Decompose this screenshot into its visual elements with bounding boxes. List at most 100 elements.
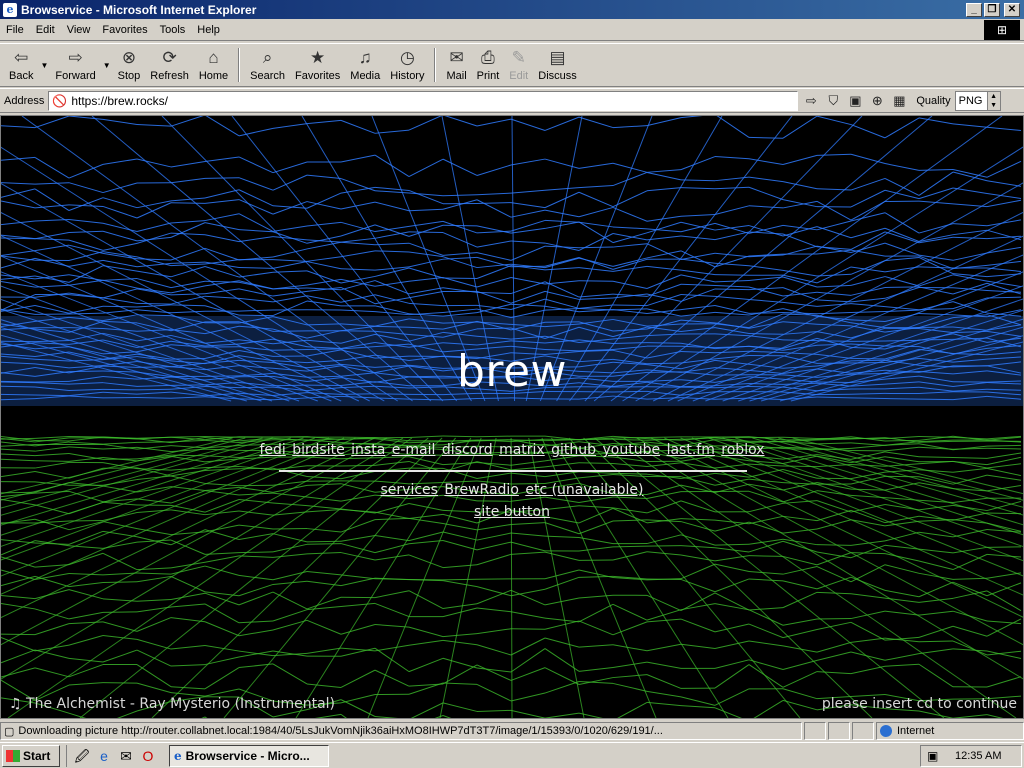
- title-bar: e Browservice - Microsoft Internet Explo…: [0, 0, 1024, 19]
- spinner-icon[interactable]: ▲ ▼: [986, 91, 1000, 110]
- refresh-label: Refresh: [150, 70, 189, 82]
- home-label: Home: [198, 70, 229, 82]
- link-services[interactable]: services: [381, 482, 438, 498]
- media-icon: ♫: [358, 48, 372, 67]
- link-brewradio[interactable]: BrewRadio: [444, 482, 518, 498]
- show-desktop-icon[interactable]: 🖉: [73, 747, 91, 765]
- media-button[interactable]: ♫ Media: [345, 44, 385, 86]
- address-label: Address: [4, 94, 45, 107]
- link-matrix[interactable]: matrix: [499, 442, 545, 458]
- link-roblox[interactable]: roblox: [721, 442, 764, 458]
- go-arrow-icon[interactable]: ⇨: [802, 92, 820, 110]
- now-playing-text: The Alchemist - Ray Mysterio (Instrument…: [26, 696, 335, 712]
- menu-favorites[interactable]: Favorites: [96, 24, 153, 36]
- discuss-button[interactable]: ▤ Discuss: [533, 44, 582, 86]
- start-button[interactable]: Start: [2, 744, 60, 767]
- edit-label: Edit: [509, 70, 529, 82]
- clipboard-icon[interactable]: ▦: [890, 92, 908, 110]
- link-youtube[interactable]: youtube: [603, 442, 661, 458]
- link-lastfm[interactable]: last.fm: [667, 442, 715, 458]
- ie-quicklaunch-icon[interactable]: e: [95, 747, 113, 765]
- refresh-icon: ⟳: [162, 48, 177, 67]
- outlook-icon[interactable]: ✉: [117, 747, 135, 765]
- start-label: Start: [23, 748, 51, 763]
- forward-button[interactable]: ⇨ Forward: [50, 44, 100, 86]
- discuss-label: Discuss: [538, 70, 577, 82]
- favorites-button[interactable]: ★ Favorites: [290, 44, 345, 86]
- menu-edit[interactable]: Edit: [30, 24, 61, 36]
- search-button[interactable]: ⌕ Search: [245, 44, 290, 86]
- edit-button[interactable]: ✎ Edit: [504, 44, 533, 86]
- media-label: Media: [350, 70, 381, 82]
- menu-tools[interactable]: Tools: [154, 24, 192, 36]
- security-zone: Internet: [876, 722, 1024, 740]
- address-input[interactable]: 🚫 https://brew.rocks/: [48, 90, 799, 111]
- link-github[interactable]: github: [551, 442, 596, 458]
- stop-button[interactable]: ⊗ Stop: [113, 44, 146, 86]
- link-insta[interactable]: insta: [351, 442, 385, 458]
- menu-file[interactable]: File: [0, 24, 30, 36]
- home-icon: ⌂: [208, 48, 219, 67]
- zone-label: Internet: [897, 725, 935, 737]
- menu-bar: File Edit View Favorites Tools Help ⊞: [0, 19, 1024, 41]
- restore-button[interactable]: ❐: [984, 2, 1000, 17]
- link-birdsite[interactable]: birdsite: [292, 442, 344, 458]
- forward-arrow-icon: ⇨: [68, 48, 83, 67]
- link-discord[interactable]: discord: [442, 442, 493, 458]
- bookmark-icon[interactable]: ⛉: [824, 92, 842, 110]
- history-label: History: [390, 70, 425, 82]
- status-cell: [828, 722, 850, 740]
- history-button[interactable]: ◷ History: [385, 44, 429, 86]
- binoculars-icon[interactable]: ⊕: [868, 92, 886, 110]
- insert-cd-text: please insert cd to continue: [821, 696, 1017, 712]
- windows-logo-icon: ⊞: [984, 20, 1020, 40]
- back-dropdown-icon[interactable]: ▼: [40, 61, 48, 70]
- quick-launch: 🖉 e ✉ O: [66, 744, 159, 767]
- quality-label: Quality: [916, 94, 951, 107]
- stop-icon: ⊗: [121, 48, 137, 67]
- link-fedi[interactable]: fedi: [259, 442, 285, 458]
- menu-view[interactable]: View: [61, 24, 97, 36]
- favorites-label: Favorites: [295, 70, 341, 82]
- standard-toolbar: ⇦ Back ▼ ⇨ Forward ▼ ⊗ Stop ⟳ Refresh ⌂ …: [0, 43, 1024, 87]
- status-message: Downloading picture http://router.collab…: [18, 725, 663, 737]
- address-bar: Address 🚫 https://brew.rocks/ ⇨ ⛉ ▣ ⊕ ▦ …: [0, 88, 1024, 113]
- edit-icon: ✎: [511, 48, 526, 67]
- back-arrow-icon: ⇦: [14, 48, 29, 67]
- system-tray: ▣ 12:35 AM: [920, 745, 1022, 767]
- quality-select[interactable]: PNG ▲ ▼: [954, 90, 1001, 111]
- search-icon: ⌕: [262, 48, 273, 67]
- task-label: Browservice - Micro...: [185, 748, 310, 763]
- ie-icon: e: [3, 2, 17, 17]
- status-cell: [804, 722, 826, 740]
- minimize-button[interactable]: _: [966, 2, 982, 17]
- refresh-button[interactable]: ⟳ Refresh: [145, 44, 194, 86]
- divider: [279, 470, 747, 472]
- link-email[interactable]: e-mail: [392, 442, 436, 458]
- mail-button[interactable]: ✉ Mail: [441, 44, 471, 86]
- window-title: Browservice - Microsoft Internet Explore…: [21, 2, 257, 17]
- history-icon: ◷: [399, 48, 415, 67]
- mail-icon: ✉: [449, 48, 464, 67]
- menu-help[interactable]: Help: [191, 24, 226, 36]
- print-button[interactable]: ⎙ Print: [472, 44, 505, 86]
- opera-icon[interactable]: O: [139, 747, 157, 765]
- windows-flag-icon: [6, 749, 20, 762]
- taskbar-item-browservice[interactable]: e Browservice - Micro...: [169, 744, 329, 767]
- discuss-icon: ▤: [549, 48, 566, 67]
- print-label: Print: [476, 70, 500, 82]
- link-etc[interactable]: etc (unavailable): [525, 482, 643, 498]
- page-content: brew fedi birdsite insta e-mail discord …: [0, 115, 1024, 719]
- now-playing[interactable]: ♫ The Alchemist - Ray Mysterio (Instrume…: [9, 696, 335, 712]
- site-button-row: site button: [1, 504, 1023, 520]
- close-button[interactable]: ✕: [1004, 2, 1020, 17]
- forward-dropdown-icon[interactable]: ▼: [103, 61, 111, 70]
- find-icon[interactable]: ▣: [846, 92, 864, 110]
- address-url[interactable]: https://brew.rocks/: [71, 94, 168, 108]
- page-security-icon: 🚫: [52, 93, 68, 108]
- network-icon[interactable]: ▣: [927, 749, 943, 763]
- back-button[interactable]: ⇦ Back: [4, 44, 38, 86]
- page-status-icon: ▢: [4, 725, 15, 738]
- link-site-button[interactable]: site button: [474, 504, 550, 520]
- home-button[interactable]: ⌂ Home: [194, 44, 233, 86]
